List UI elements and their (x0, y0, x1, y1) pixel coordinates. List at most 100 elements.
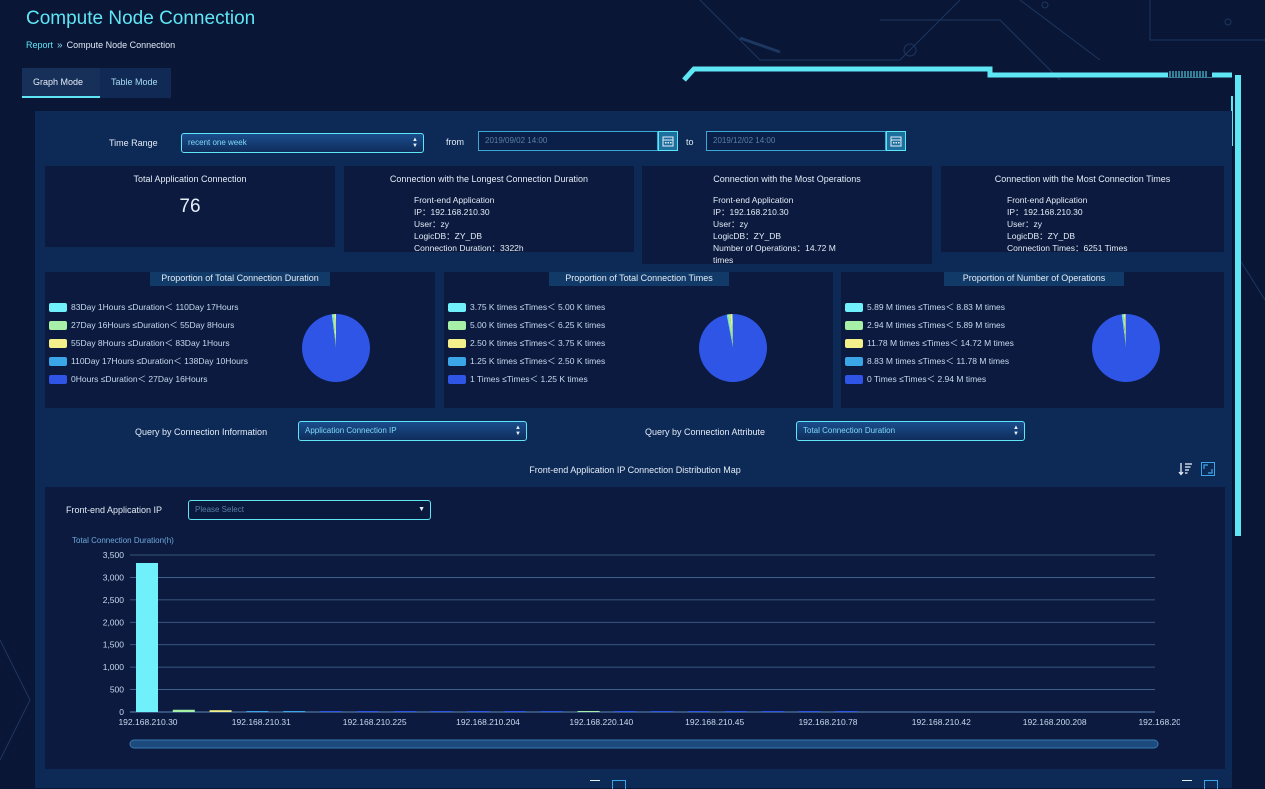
pie-chart[interactable] (300, 312, 372, 384)
pie-panel-duration: Proportion of Total Connection Duration … (45, 272, 435, 408)
card-line: Number of Operations：14.72 M (713, 242, 836, 254)
query-attr-select[interactable]: Total Connection Duration ▲▼ (796, 421, 1025, 441)
chart-bar[interactable] (504, 711, 526, 712)
x-tick-label: 192.168.200.208 (1023, 717, 1087, 727)
legend-item[interactable]: 5.89 M times ≤Times＜ 8.83 M times (845, 298, 1014, 316)
legend-item[interactable]: 0Hours ≤Duration＜ 27Day 16Hours (49, 370, 248, 388)
legend-swatch (448, 321, 466, 330)
card-line: User：zy (713, 218, 836, 230)
chart-bar[interactable] (541, 711, 563, 712)
bottom-panel-right (639, 776, 1225, 788)
time-range-select[interactable]: recent one week ▲▼ (181, 133, 424, 153)
legend-item[interactable]: 1 Times ≤Times＜ 1.25 K times (448, 370, 605, 388)
card-longest-duration: Connection with the Longest Connection D… (344, 166, 634, 252)
x-tick-label: 192.168.210.31 (232, 717, 291, 727)
pie-legend: 83Day 1Hours ≤Duration＜ 110Day 17Hours 2… (49, 298, 248, 388)
legend-item[interactable]: 5.00 K times ≤Times＜ 6.25 K times (448, 316, 605, 334)
select-arrows-icon: ▲▼ (515, 425, 521, 437)
query-info-value: Application Connection IP (305, 426, 397, 435)
legend-item[interactable]: 83Day 1Hours ≤Duration＜ 110Day 17Hours (49, 298, 248, 316)
chart-bar[interactable] (210, 710, 232, 712)
legend-label: 8.83 M times ≤Times＜ 11.78 M times (867, 355, 1009, 367)
chart-bar[interactable] (798, 711, 820, 712)
card-line: Connection Times：6251 Times (1007, 242, 1127, 254)
from-date-input[interactable]: 2019/09/02 14:00 (478, 131, 658, 151)
tab-graph-mode[interactable]: Graph Mode (22, 68, 100, 98)
legend-item[interactable]: 0 Times ≤Times＜ 2.94 M times (845, 370, 1014, 388)
chart-bar[interactable] (578, 711, 600, 712)
time-range-label: Time Range (109, 138, 158, 148)
legend-label: 11.78 M times ≤Times＜ 14.72 M times (867, 337, 1014, 349)
query-info-select[interactable]: Application Connection IP ▲▼ (298, 421, 527, 441)
card-line: LogicDB：ZY_DB (1007, 230, 1127, 242)
pie-chart[interactable] (1090, 312, 1162, 384)
legend-item[interactable]: 2.50 K times ≤Times＜ 3.75 K times (448, 334, 605, 352)
chart-bar[interactable] (725, 711, 747, 712)
card-title: Connection with the Most Connection Time… (941, 174, 1224, 184)
legend-item[interactable]: 2.94 M times ≤Times＜ 5.89 M times (845, 316, 1014, 334)
breadcrumb-report-link[interactable]: Report (26, 40, 53, 50)
legend-label: 5.89 M times ≤Times＜ 8.83 M times (867, 301, 1005, 313)
chart-bar[interactable] (651, 711, 673, 712)
legend-item[interactable]: 27Day 16Hours ≤Duration＜ 55Day 8Hours (49, 316, 248, 334)
total-connection-value: 76 (45, 196, 335, 218)
chart-bar[interactable] (246, 711, 268, 712)
legend-swatch (845, 321, 863, 330)
pie-title: Proportion of Number of Operations (944, 272, 1124, 286)
breadcrumb-current: Compute Node Connection (67, 40, 176, 50)
chart-bar[interactable] (320, 711, 342, 712)
to-calendar-icon[interactable] (886, 131, 906, 151)
pie-chart[interactable] (697, 312, 769, 384)
legend-item[interactable]: 1.25 K times ≤Times＜ 2.50 K times (448, 352, 605, 370)
legend-item[interactable]: 110Day 17Hours ≤Duration＜ 138Day 10Hours (49, 352, 248, 370)
legend-item[interactable]: 8.83 M times ≤Times＜ 11.78 M times (845, 352, 1014, 370)
card-line: User：zy (1007, 218, 1127, 230)
chart-bar[interactable] (283, 711, 305, 712)
legend-label: 1.25 K times ≤Times＜ 2.50 K times (470, 355, 605, 367)
sort-icon[interactable] (1178, 461, 1194, 480)
frontend-ip-label: Front-end Application IP (66, 505, 162, 515)
legend-label: 5.00 K times ≤Times＜ 6.25 K times (470, 319, 605, 331)
legend-item[interactable]: 11.78 M times ≤Times＜ 14.72 M times (845, 334, 1014, 352)
chart-bar[interactable] (357, 711, 379, 712)
x-tick-label: 192.168.210.42 (912, 717, 971, 727)
chart-scrollbar[interactable] (130, 740, 1158, 748)
frontend-ip-select[interactable]: Please Select ▼ (188, 500, 431, 520)
legend-label: 2.94 M times ≤Times＜ 5.89 M times (867, 319, 1005, 331)
legend-swatch (845, 339, 863, 348)
y-tick-label: 1,500 (103, 640, 125, 650)
chart-bar[interactable] (173, 710, 195, 712)
chart-bar[interactable] (467, 711, 489, 712)
chart-bar[interactable] (614, 711, 636, 712)
pie-panel-operations: Proportion of Number of Operations 5.89 … (841, 272, 1224, 408)
card-line: times (713, 254, 836, 266)
tab-table-mode[interactable]: Table Mode (100, 68, 171, 98)
frontend-ip-placeholder: Please Select (195, 505, 244, 514)
select-arrows-icon: ▲▼ (412, 137, 418, 149)
legend-label: 2.50 K times ≤Times＜ 3.75 K times (470, 337, 605, 349)
card-line: IP：192.168.210.30 (1007, 206, 1127, 218)
legend-item[interactable]: 3.75 K times ≤Times＜ 5.00 K times (448, 298, 605, 316)
legend-item[interactable]: 55Day 8Hours ≤Duration＜ 83Day 1Hours (49, 334, 248, 352)
pie-legend: 5.89 M times ≤Times＜ 8.83 M times 2.94 M… (845, 298, 1014, 388)
legend-swatch (49, 375, 67, 384)
chart-bar[interactable] (394, 711, 416, 712)
chart-bar[interactable] (835, 711, 857, 712)
to-date-input[interactable]: 2019/12/02 14:00 (706, 131, 886, 151)
fullscreen-icon[interactable] (1200, 461, 1216, 480)
chart-bar[interactable] (430, 711, 452, 712)
y-tick-label: 0 (119, 707, 124, 717)
x-tick-label: 192.168.210.204 (456, 717, 520, 727)
card-title: Connection with the Longest Connection D… (344, 174, 634, 184)
chart-bar[interactable] (136, 563, 158, 712)
x-tick-label: 192.168.200.89 (1138, 717, 1180, 727)
chart-bar[interactable] (762, 711, 784, 712)
from-calendar-icon[interactable] (658, 131, 678, 151)
y-tick-label: 2,500 (103, 595, 125, 605)
legend-label: 110Day 17Hours ≤Duration＜ 138Day 10Hours (71, 355, 248, 367)
chart-bar[interactable] (688, 711, 710, 712)
legend-label: 27Day 16Hours ≤Duration＜ 55Day 8Hours (71, 319, 234, 331)
pie-title: Proportion of Total Connection Duration (150, 272, 330, 286)
from-label: from (446, 137, 464, 147)
x-tick-label: 192.168.210.225 (343, 717, 407, 727)
